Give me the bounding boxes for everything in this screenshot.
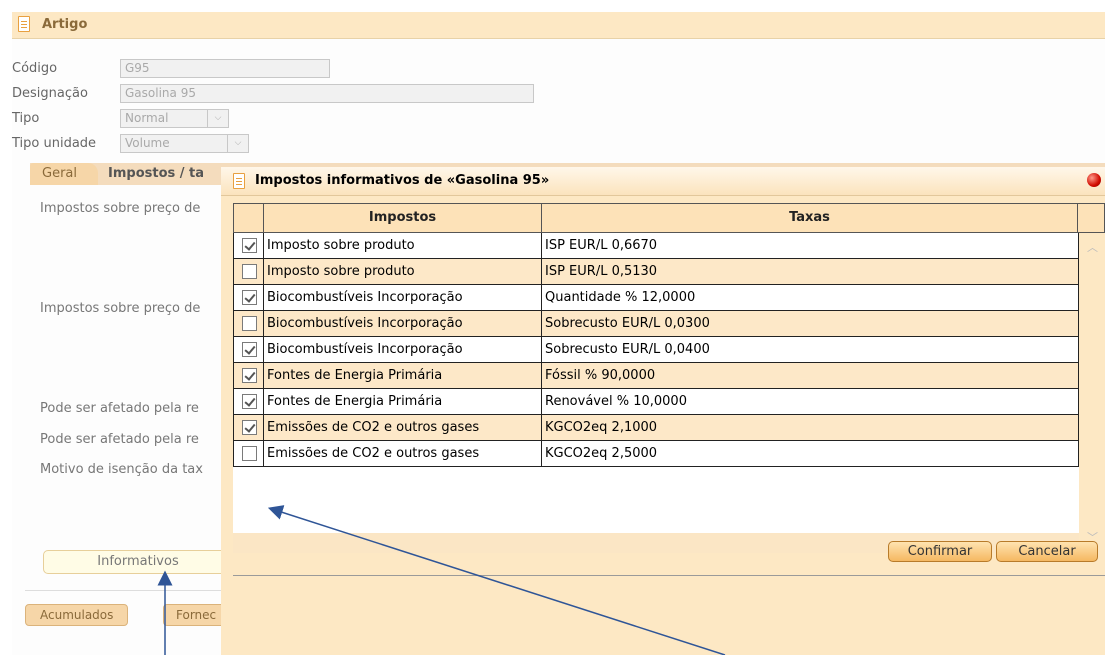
arrow-to-table [267,505,726,655]
annotation-arrows [157,505,726,655]
